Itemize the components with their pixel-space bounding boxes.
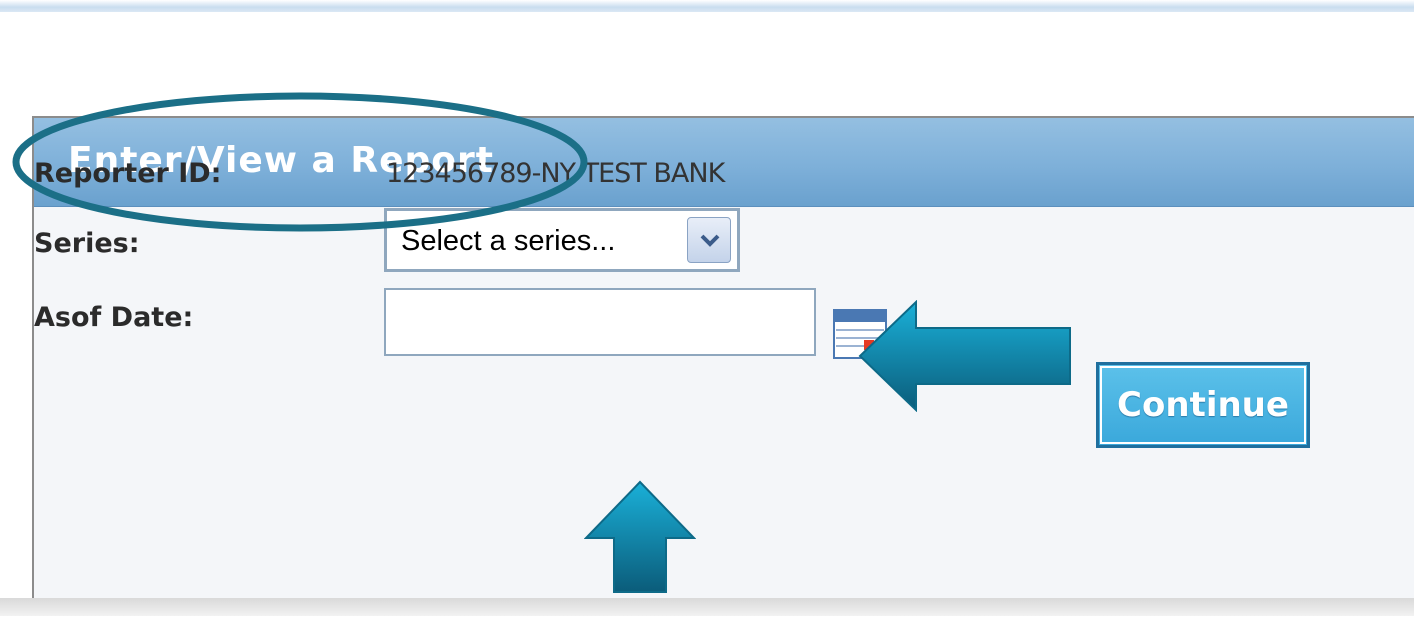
reporter-id-value: 123456789-NY TEST BANK — [386, 158, 725, 189]
series-select[interactable]: Select a series... — [384, 208, 740, 272]
calendar-icon[interactable] — [832, 308, 888, 360]
reporter-id-label: Reporter ID: — [34, 158, 222, 189]
continue-button[interactable]: Continue — [1096, 362, 1310, 448]
asof-date-label: Asof Date: — [34, 302, 194, 333]
asof-date-input[interactable] — [384, 288, 816, 356]
chevron-down-icon — [700, 234, 720, 247]
series-selected-value: Select a series... — [401, 225, 616, 257]
top-strip — [0, 0, 1414, 12]
series-dropdown-button[interactable] — [687, 217, 731, 263]
series-label: Series: — [34, 228, 140, 259]
bottom-shadow — [0, 598, 1414, 616]
